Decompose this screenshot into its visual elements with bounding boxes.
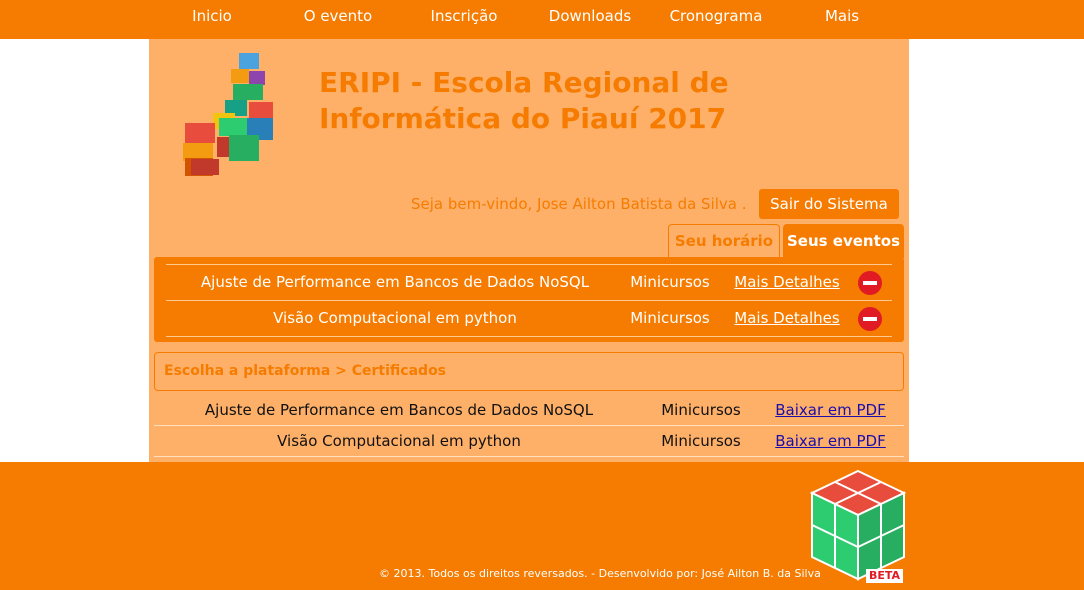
certificate-type: Minicursos — [661, 401, 741, 419]
certificate-name: Visão Computacional em python — [277, 432, 521, 450]
nav-item-mais[interactable]: Mais — [779, 0, 905, 33]
beta-badge: BETA — [866, 569, 904, 583]
certificate-type: Minicursos — [661, 432, 741, 450]
footer: © 2013. Todos os direitos reversados. - … — [0, 462, 1084, 590]
nav-item-inicio[interactable]: Inicio — [149, 0, 275, 33]
table-row: Ajuste de Performance em Bancos de Dados… — [166, 264, 892, 301]
details-link[interactable]: Mais Detalhes — [732, 265, 842, 300]
breadcrumb-text[interactable]: Escolha a plataforma > Certificados — [164, 363, 446, 379]
nav-item-inscricao[interactable]: Inscrição — [401, 0, 527, 33]
table-row: Visão Computacional em python Minicursos… — [154, 426, 904, 457]
top-navigation: Inicio O evento Inscrição Downloads Cron… — [0, 0, 1084, 39]
copyright-text: © 2013. Todos os direitos reversados. - … — [379, 567, 821, 580]
welcome-message: Seja bem-vindo, Jose Ailton Batista da S… — [411, 195, 747, 213]
table-row: Ajuste de Performance em Bancos de Dados… — [154, 395, 904, 426]
tab-seu-horario[interactable]: Seu horário — [668, 224, 780, 258]
nav-item-o-evento[interactable]: O evento — [275, 0, 401, 33]
nav-item-downloads[interactable]: Downloads — [527, 0, 653, 33]
event-logo — [183, 53, 273, 176]
download-pdf-link[interactable]: Baixar em PDF — [768, 426, 893, 456]
nav-item-cronograma[interactable]: Cronograma — [653, 0, 779, 33]
tab-seus-eventos[interactable]: Seus eventos — [783, 224, 904, 258]
page-title: ERIPI - Escola Regional de Informática d… — [319, 66, 729, 135]
cube-logo — [809, 469, 907, 581]
logout-button[interactable]: Sair do Sistema — [759, 189, 899, 219]
event-name: Ajuste de Performance em Bancos de Dados… — [200, 273, 590, 291]
main-panel: ERIPI - Escola Regional de Informática d… — [149, 39, 909, 462]
certificate-name: Ajuste de Performance em Bancos de Dados… — [204, 401, 594, 419]
breadcrumb: Escolha a plataforma > Certificados — [154, 352, 904, 391]
event-name: Visão Computacional em python — [273, 309, 517, 327]
events-table: Ajuste de Performance em Bancos de Dados… — [154, 257, 904, 342]
remove-icon[interactable] — [858, 271, 882, 295]
details-link[interactable]: Mais Detalhes — [732, 301, 842, 336]
event-type: Minicursos — [630, 273, 710, 291]
download-pdf-link[interactable]: Baixar em PDF — [768, 395, 893, 425]
certificates-table: Ajuste de Performance em Bancos de Dados… — [154, 395, 904, 457]
remove-icon[interactable] — [858, 307, 882, 331]
event-type: Minicursos — [630, 309, 710, 327]
table-row: Visão Computacional em python Minicursos… — [166, 300, 892, 337]
